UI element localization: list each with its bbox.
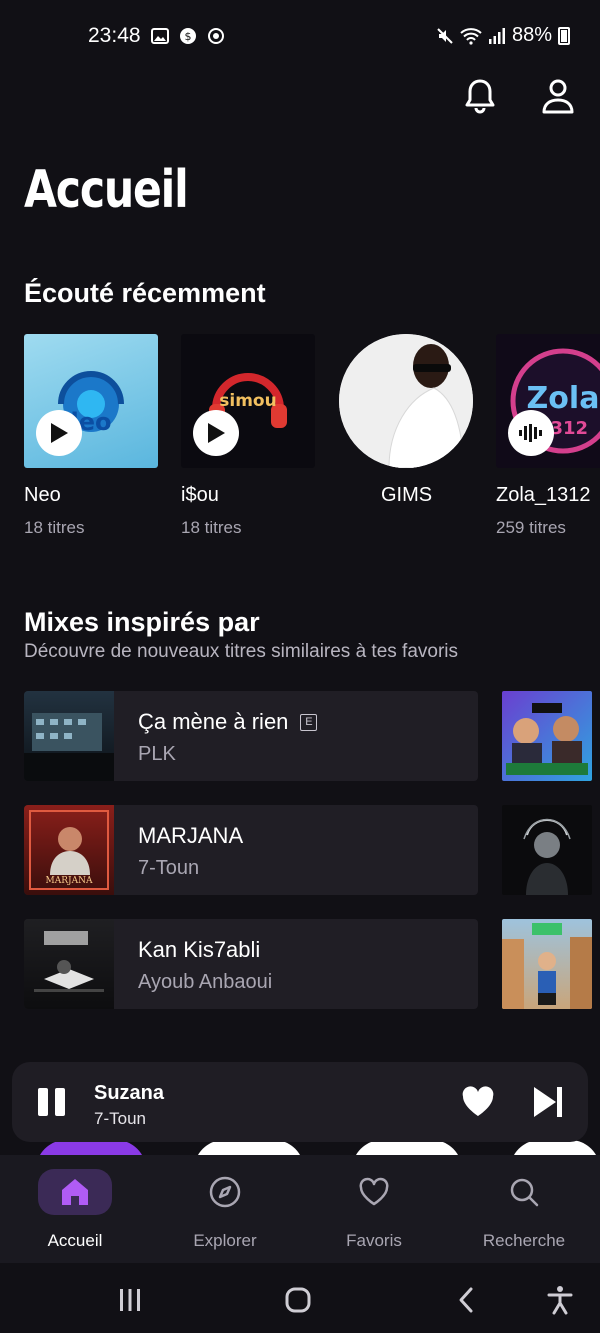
mix-row[interactable]: MARJANA MARJANA 7-Toun [24,805,478,895]
pause-icon[interactable] [38,1088,66,1116]
recent-name: Neo [24,484,61,506]
recent-item-gims[interactable]: GIMS [339,334,474,506]
recent-name: GIMS [381,484,433,506]
nav-label: Recherche [482,1231,566,1250]
street-artwork [502,923,592,1009]
audio-wave-button[interactable] [508,410,554,456]
status-right: 88% [436,24,570,47]
heart-outline-icon [359,1177,389,1206]
nav-icon-pill [188,1169,262,1215]
plk-artwork [24,713,114,781]
page-title: Accueil [24,160,189,220]
recent-list: leo Neo 18 titres simou i$ou 18 titres G… [24,334,600,554]
record-icon [206,26,226,46]
mixes-section-subtitle: Découvre de nouveaux titres similaires à… [24,641,459,662]
home-button-icon[interactable] [278,1283,318,1317]
nav-label: Favoris [346,1231,402,1250]
recent-section-title: Écouté récemment [24,278,266,308]
profile-icon[interactable] [538,76,578,116]
system-nav-bar [0,1263,600,1333]
compass-icon [209,1176,241,1208]
back-icon[interactable] [446,1283,486,1317]
search-icon [510,1178,539,1207]
svg-text:MARJANA: MARJANA [46,876,93,886]
signal-icon [488,27,505,44]
side-track-cover[interactable] [502,691,592,781]
track-title-row: Kan Kis7abli [138,937,272,963]
track-cover [24,691,114,781]
heart-icon[interactable] [458,1082,498,1122]
nav-icon-pill [337,1169,411,1215]
cheb-djalil-artwork [506,703,588,775]
nav-search[interactable]: Recherche [449,1169,599,1251]
track-title: Ça mène à rien [138,709,289,734]
track-cover: MARJANA [24,805,114,895]
nav-label: Explorer [193,1231,257,1250]
nav-explore[interactable]: Explorer [150,1169,300,1251]
home-icon [62,1179,88,1205]
mix-row[interactable]: Kan Kis7abli Ayoub Anbaoui [24,919,478,1009]
side-track-cover[interactable] [502,805,592,895]
nav-icon-pill [487,1169,561,1215]
mixes-section-title: Mixes inspirés par [24,607,260,637]
recents-icon[interactable] [110,1283,150,1317]
mini-player[interactable]: Suzana 7-Toun [12,1062,588,1142]
player-title: Suzana [94,1082,165,1104]
explicit-badge: E [300,713,318,731]
svg-text:simou: simou [219,391,276,411]
track-cover [24,919,114,1009]
side-track-cover[interactable] [502,919,592,1009]
track-title: Kan Kis7abli [138,937,261,962]
gallery-icon [150,26,170,46]
play-button[interactable] [193,410,239,456]
recent-name: i$ou [181,484,219,506]
play-button[interactable] [36,410,82,456]
playlist-cover: simou [181,334,315,468]
track-artist: PLK [138,743,176,765]
track-artist: Ayoub Anbaoui [138,971,273,993]
bottom-nav: Accueil Explorer Favoris Recherche [0,1155,600,1263]
wifi-icon [460,27,482,45]
skip-next-icon[interactable] [530,1084,566,1120]
recent-item-isou[interactable]: simou i$ou 18 titres [181,334,316,537]
artist-avatar [339,334,473,468]
nav-home[interactable]: Accueil [0,1169,150,1251]
battery-icon [558,26,570,45]
track-title-row: MARJANA [138,823,243,849]
status-notification-icons: $ [150,26,226,46]
header-actions [460,76,578,116]
dark-portrait-artwork [523,818,571,895]
battery-percent: 88% [511,24,552,46]
accessibility-icon[interactable] [540,1283,580,1317]
kan-kis7abli-artwork [34,931,104,992]
recent-name: Zola_1312 [496,484,591,506]
mix-row[interactable]: Ça mène à rien E PLK [24,691,478,781]
status-time: 23:48 [88,24,141,47]
bell-icon[interactable] [460,76,500,116]
track-title: MARJANA [138,823,244,848]
mute-icon [437,27,453,44]
svg-text:$: $ [185,30,192,43]
recent-item-zola[interactable]: Zola 1312 Zola_1312 259 titres [496,334,600,537]
recent-count: 18 titres [24,518,85,537]
nav-icon-pill [38,1169,112,1215]
playlist-cover: leo [24,334,158,468]
nav-label: Accueil [47,1231,103,1250]
status-bar: 23:48 $ 88% [0,0,600,72]
playlist-cover: Zola 1312 [496,334,600,468]
recent-item-neo[interactable]: leo Neo 18 titres [24,334,159,537]
track-artist: 7-Toun [138,857,200,879]
gims-artwork [339,334,473,468]
player-artist: 7-Toun [94,1109,146,1128]
recent-count: 259 titres [496,518,566,537]
shazam-icon: $ [178,26,198,46]
recent-count: 18 titres [181,518,242,537]
marjana-artwork: MARJANA [29,810,109,890]
nav-favorites[interactable]: Favoris [299,1169,449,1251]
track-title-row: Ça mène à rien E [138,709,318,735]
